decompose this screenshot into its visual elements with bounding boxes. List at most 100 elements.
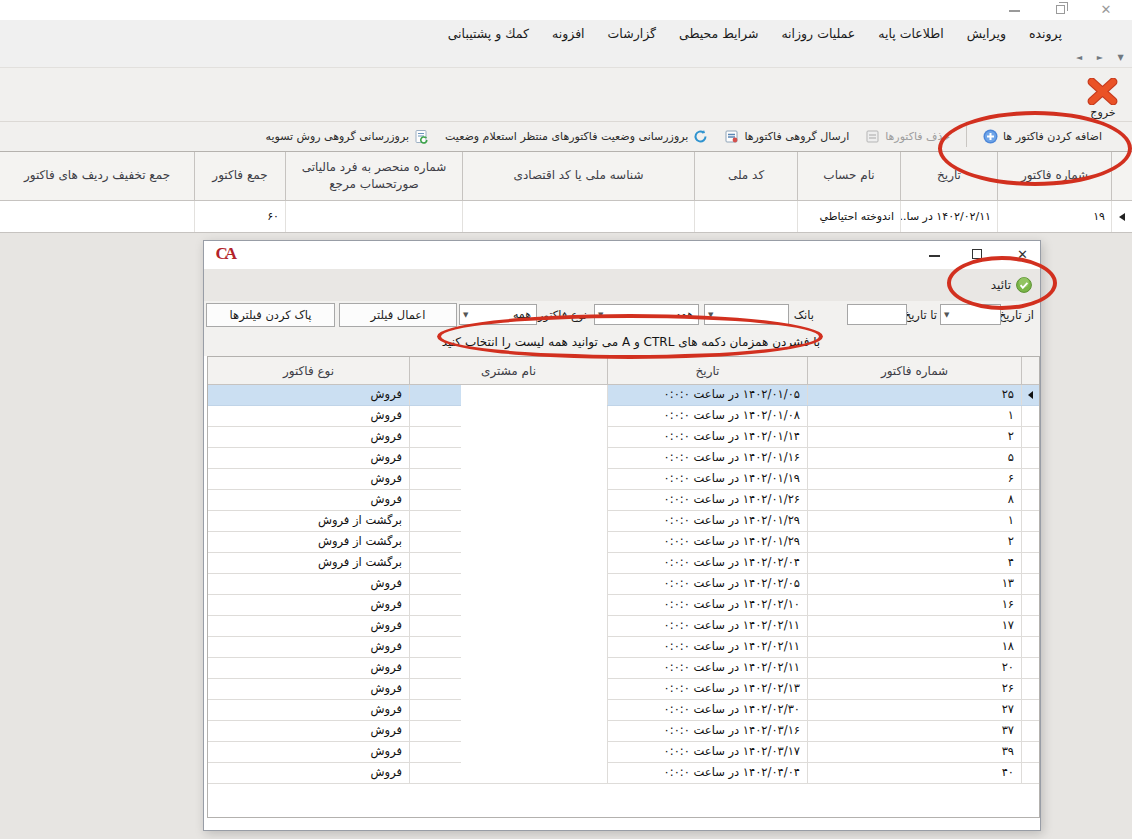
dialog-row-indicator [1021,385,1039,405]
dialog-cell-invoice-no: ۸ [807,490,1021,510]
dialog-cell-invoice-no: ۳۹ [807,742,1021,762]
dialog-cell-type: فروش [208,679,409,699]
chevron-down-icon[interactable]: ▼ [463,311,468,319]
dialog-cell-date: ۱۴۰۲/۰۴/۰۴ در ساعت ۰:۰:۰ [607,763,807,783]
dialog-cell-type: فروش [208,406,409,426]
ca-logo: CA [215,244,234,264]
update-settlement-button[interactable]: بروزرسانی گروهی روش تسویه [266,122,430,151]
dialog-cell-date: ۱۴۰۲/۰۲/۱۰ در ساعت ۰:۰:۰ [607,595,807,615]
dialog-table-row[interactable]: ۳۹ ۱۴۰۲/۰۳/۱۷ در ساعت ۰:۰:۰ فروش [208,742,1039,763]
dialog-toolbar: تائید [204,269,1040,301]
dialog-table-row[interactable]: ۲۵ ۱۴۰۲/۰۱/۰۵ در ساعت ۰:۰:۰ فروش [208,385,1039,406]
dialog-cell-invoice-no: ۲۵ [807,385,1021,405]
dialog-table-row[interactable]: ۱۶ ۱۴۰۲/۰۲/۱۰ در ساعت ۰:۰:۰ فروش [208,595,1039,616]
grid-header-national-code[interactable]: کد ملی [694,152,797,200]
update-settlement-label: بروزرسانی گروهی روش تسویه [266,130,410,143]
dialog-table-row[interactable]: ۱ ۱۴۰۲/۰۱/۲۹ در ساعت ۰:۰:۰ برگشت از فروش [208,511,1039,532]
dialog-header-type[interactable]: نوع فاکتور [208,357,409,384]
dialog-cell-invoice-no: ۴ [807,553,1021,573]
cell-tax-unique-no [285,201,462,232]
dialog-cell-type: فروش [208,742,409,762]
dialog-minimize-icon[interactable] [926,247,940,257]
dialog-table-row[interactable]: ۲۷ ۱۴۰۲/۰۲/۳۰ در ساعت ۰:۰:۰ فروش [208,700,1039,721]
dialog-cell-type: فروش [208,637,409,657]
menu-item-reports[interactable]: گزارشات [608,26,656,41]
delete-doc-icon [865,129,880,144]
row-indicator [1111,201,1132,232]
dialog-title-bar: CA ✕ [204,241,1040,269]
dialog-cell-date: ۱۴۰۲/۰۲/۱۱ در ساعت ۰:۰:۰ [607,637,807,657]
annotation-circle-hint [437,314,823,359]
menu-item-help-support[interactable]: كمك و پشتیبانی [448,26,529,41]
main-title-bar: ✕ [0,0,1132,20]
dialog-cell-invoice-no: ۱ [807,511,1021,531]
grid-header-national-id[interactable]: شناسه ملی یا کد اقتصادی [462,152,694,200]
dialog-row-indicator [1021,637,1039,657]
cell-national-code [694,201,797,232]
menu-item-edit[interactable]: ویرایش [967,26,1006,41]
exit-icon[interactable] [1087,78,1118,105]
to-date-input[interactable] [847,304,907,325]
dialog-cell-type: فروش [208,385,409,405]
tab-nav-arrows[interactable]: ◄ ► ▼ [1076,53,1130,62]
dialog-cell-invoice-no: ۱۸ [807,637,1021,657]
dialog-table-row[interactable]: ۱ ۱۴۰۲/۰۱/۰۸ در ساعت ۰:۰:۰ فروش [208,406,1039,427]
grid-header-tax-unique-no[interactable]: شماره منحصر به فرد مالیاتی صورتحساب مرجع [285,152,462,200]
dialog-table-row[interactable]: ۳۷ ۱۴۰۲/۰۳/۱۶ در ساعت ۰:۰:۰ فروش [208,721,1039,742]
send-group-invoices-label: ارسال گروهی فاکتورها [744,130,849,143]
dialog-table-row[interactable]: ۸ ۱۴۰۲/۰۱/۲۶ در ساعت ۰:۰:۰ فروش [208,490,1039,511]
dialog-table-header: شماره فاکتور تاریخ نام مشتری نوع فاکتور [208,357,1039,385]
dialog-row-indicator [1021,721,1039,741]
dialog-cell-invoice-no: ۲۷ [807,700,1021,720]
cell-account-name: اندوخته احتیاطي [797,201,900,232]
menu-item-environment[interactable]: شرایط محیطی [679,26,758,41]
dialog-table-row[interactable]: ۱۳ ۱۴۰۲/۰۲/۰۵ در ساعت ۰:۰:۰ فروش [208,574,1039,595]
dialog-cell-type: فروش [208,469,409,489]
chevron-down-icon[interactable]: ▼ [944,311,949,319]
dialog-table-row[interactable]: ۲۶ ۱۴۰۲/۰۲/۱۳ در ساعت ۰:۰:۰ فروش [208,679,1039,700]
annotation-circle-confirm [947,256,1057,310]
dialog-cell-invoice-no: ۲۰ [807,658,1021,678]
dialog-table-row[interactable]: ۴ ۱۴۰۲/۰۲/۰۴ در ساعت ۰:۰:۰ برگشت از فروش [208,553,1039,574]
update-status-label: بروزرسانی وضعیت فاکتورهای منتظر استعلام … [445,130,688,143]
dialog-header-invoice-no[interactable]: شماره فاکتور [807,357,1021,384]
dialog-header-customer[interactable]: نام مشتری [409,357,607,384]
grid-header-account-name[interactable]: نام حساب [797,152,900,200]
dialog-table-row[interactable]: ۱۸ ۱۴۰۲/۰۲/۱۱ در ساعت ۰:۰:۰ فروش [208,637,1039,658]
dialog-invoices-table: شماره فاکتور تاریخ نام مشتری نوع فاکتور … [207,356,1040,818]
dialog-cell-invoice-no: ۵ [807,448,1021,468]
clear-filters-button[interactable]: پاک کردن فیلترها [206,303,335,327]
close-icon[interactable]: ✕ [1098,3,1114,17]
dialog-table-row[interactable]: ۲ ۱۴۰۲/۰۱/۱۴ در ساعت ۰:۰:۰ فروش [208,427,1039,448]
menu-item-base-info[interactable]: اطلاعات پایه [878,26,943,41]
menu-item-addon[interactable]: افزونه [552,26,585,41]
dialog-header-date[interactable]: تاریخ [607,357,807,384]
dialog-cell-date: ۱۴۰۲/۰۲/۱۳ در ساعت ۰:۰:۰ [607,679,807,699]
grid-header-total[interactable]: جمع فاکتور [194,152,285,200]
menu-item-file[interactable]: پرونده [1029,26,1062,41]
dialog-cell-date: ۱۴۰۲/۰۳/۱۶ در ساعت ۰:۰:۰ [607,721,807,741]
menu-item-daily-operations[interactable]: عملیات روزانه [781,26,855,41]
dialog-cell-type: فروش [208,574,409,594]
dialog-table-row[interactable]: ۵ ۱۴۰۲/۰۱/۱۶ در ساعت ۰:۰:۰ فروش [208,448,1039,469]
grid-header-discount-total[interactable]: جمع تخفیف ردیف های فاکتور [0,152,194,200]
update-status-button[interactable]: بروزرسانی وضعیت فاکتورهای منتظر استعلام … [445,122,708,151]
dialog-table-row[interactable]: ۱۷ ۱۴۰۲/۰۲/۱۱ در ساعت ۰:۰:۰ فروش [208,616,1039,637]
dialog-cell-date: ۱۴۰۲/۰۲/۰۴ در ساعت ۰:۰:۰ [607,553,807,573]
dialog-table-row[interactable]: ۲ ۱۴۰۲/۰۱/۲۹ در ساعت ۰:۰:۰ برگشت از فروش [208,532,1039,553]
dialog-row-indicator [1021,532,1039,552]
dialog-cell-type: برگشت از فروش [208,511,409,531]
exit-toolbar: خروج [0,68,1132,121]
send-group-invoices-button[interactable]: ارسال گروهی فاکتورها [724,122,849,151]
restore-icon[interactable] [1052,3,1068,17]
apply-filter-button[interactable]: اعمال فیلتر [339,303,457,327]
dialog-cell-invoice-no: ۶ [807,469,1021,489]
grid-data-row[interactable]: ۱۹ ۱۴۰۲/۰۲/۱۱ در سا... اندوخته احتیاطي ۶… [0,201,1132,233]
minimize-icon[interactable] [1006,3,1022,17]
dialog-table-row[interactable]: ۴۰ ۱۴۰۲/۰۴/۰۴ در ساعت ۰:۰:۰ فروش [208,763,1039,784]
dialog-table-row[interactable]: ۲۰ ۱۴۰۲/۰۲/۱۱ در ساعت ۰:۰:۰ فروش [208,658,1039,679]
dialog-cell-invoice-no: ۱۶ [807,595,1021,615]
dialog-cell-type: برگشت از فروش [208,553,409,573]
dialog-table-row[interactable]: ۶ ۱۴۰۲/۰۱/۱۹ در ساعت ۰:۰:۰ فروش [208,469,1039,490]
dialog-cell-type: فروش [208,448,409,468]
